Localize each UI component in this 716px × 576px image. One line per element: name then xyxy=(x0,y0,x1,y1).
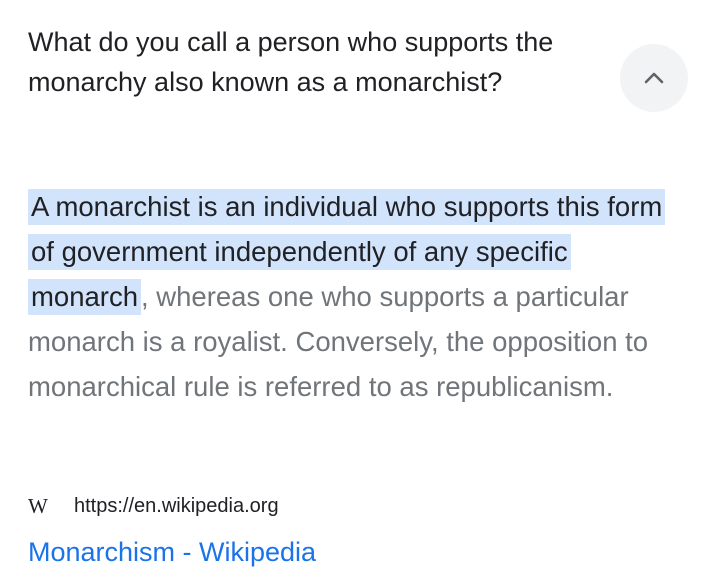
question-header[interactable]: What do you call a person who supports t… xyxy=(28,22,688,102)
collapse-button[interactable] xyxy=(620,44,688,112)
source-url[interactable]: https://en.wikipedia.org xyxy=(74,495,279,518)
source-row[interactable]: W https://en.wikipedia.org xyxy=(28,492,279,520)
chevron-up-icon xyxy=(644,72,664,84)
wikipedia-icon: W xyxy=(28,493,48,518)
result-title-link[interactable]: Monarchism - Wikipedia xyxy=(28,534,316,570)
question-text[interactable]: What do you call a person who supports t… xyxy=(28,22,618,102)
answer-snippet: A monarchist is an individual who suppor… xyxy=(28,184,692,409)
